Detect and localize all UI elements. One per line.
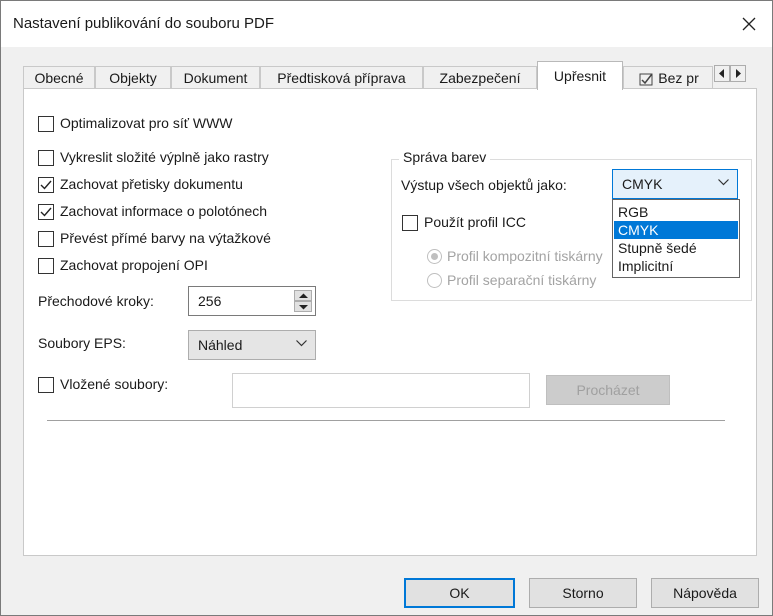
tab-preflight[interactable]: Bez pr [623,66,713,88]
keep-opi-label: Zachovat propojení OPI [60,257,208,273]
keep-halftone-checkbox[interactable] [38,204,54,220]
ok-button[interactable]: OK [404,578,515,608]
tab-general[interactable]: Obecné [23,66,95,88]
dropdown-option-default[interactable]: Implicitní [614,257,738,275]
preflight-check-icon [639,73,653,86]
embedded-files-input[interactable] [232,373,530,408]
cancel-button[interactable]: Storno [529,578,637,608]
optimize-web-checkbox[interactable] [38,116,54,132]
use-icc-label: Použít profil ICC [424,214,526,230]
close-icon [742,17,756,31]
stepper-down-button[interactable] [294,301,312,312]
checkmark-icon [40,207,52,217]
embedded-files-checkbox[interactable] [38,377,54,393]
pdf-settings-dialog: Nastavení publikování do souboru PDF Obe… [0,0,773,616]
convert-spot-checkbox[interactable] [38,231,54,247]
arrow-right-icon [736,69,741,78]
composite-profile-radio[interactable] [427,249,442,264]
optimize-web-label: Optimalizovat pro síť WWW [60,115,233,131]
color-management-title: Správa barev [399,149,491,165]
keep-opi-checkbox[interactable] [38,258,54,274]
convert-spot-label: Převést přímé barvy na výtažkové [60,230,271,246]
tab-document[interactable]: Dokument [171,66,260,88]
keep-overprints-label: Zachovat přetisky dokumentu [60,176,243,192]
arrow-left-icon [719,69,724,78]
tab-scroll-right-button[interactable] [730,65,746,82]
arrow-down-icon [299,305,308,310]
stepper-up-button[interactable] [294,290,312,301]
keep-halftone-label: Zachovat informace o polotónech [60,203,268,219]
use-icc-checkbox[interactable] [402,215,418,231]
chevron-down-icon [718,179,729,186]
output-objects-label: Výstup všech objektů jako: [401,177,567,193]
tab-security[interactable]: Zabezpečení [423,66,537,88]
tab-prepress[interactable]: Předtisková příprava [260,66,423,88]
composite-profile-label: Profil kompozitní tiskárny [447,248,603,264]
render-fills-checkbox[interactable] [38,150,54,166]
fountain-steps-label: Přechodové kroky: [38,293,154,309]
separation-profile-label: Profil separační tiskárny [447,272,597,288]
help-button[interactable]: Nápověda [651,578,759,608]
tab-advanced[interactable]: Upřesnit [537,61,623,90]
dropdown-option-grayscale[interactable]: Stupně šedé [614,239,738,257]
separation-profile-radio[interactable] [427,273,442,288]
fountain-steps-value: 256 [198,293,222,309]
checkmark-icon [40,180,52,190]
chevron-down-icon [296,340,307,347]
tab-strip: Obecné Objekty Dokument Předtisková příp… [23,61,759,90]
eps-files-label: Soubory EPS: [38,335,126,351]
color-output-select[interactable]: CMYK [612,169,738,199]
separator-line [47,420,725,421]
title-bar: Nastavení publikování do souboru PDF [1,1,772,47]
dropdown-option-rgb[interactable]: RGB [614,203,738,221]
embedded-files-label: Vložené soubory: [60,376,169,392]
close-button[interactable] [734,9,764,39]
color-output-dropdown-list: RGB CMYK Stupně šedé Implicitní [612,199,740,278]
dropdown-option-cmyk[interactable]: CMYK [614,221,738,239]
keep-overprints-checkbox[interactable] [38,177,54,193]
fountain-steps-stepper[interactable]: 256 [188,286,316,316]
render-fills-label: Vykreslit složité výplně jako rastry [60,149,269,165]
tab-scroll-left-button[interactable] [714,65,730,82]
window-title: Nastavení publikování do souboru PDF [13,15,274,32]
arrow-up-icon [299,293,308,298]
eps-files-select[interactable]: Náhled [188,330,316,360]
browse-button[interactable]: Procházet [546,375,670,405]
tab-objects[interactable]: Objekty [95,66,171,88]
